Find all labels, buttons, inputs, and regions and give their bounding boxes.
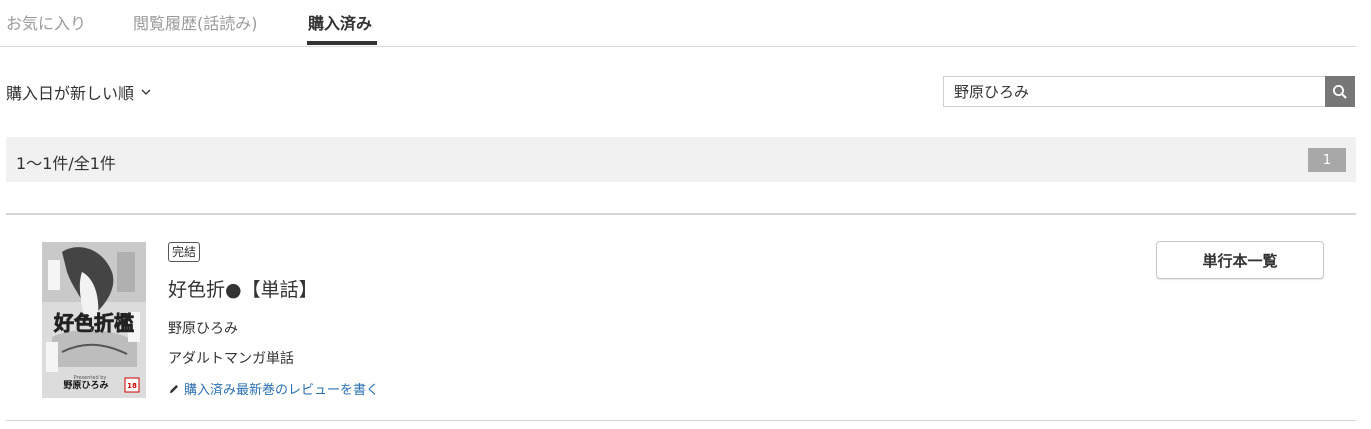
result-summary-bar: 1〜1件/全1件 1 [6,137,1356,182]
status-badge: 完結 [168,242,201,262]
item-genre[interactable]: アダルトマンガ単話 [168,348,294,368]
tab-favorites[interactable]: お気に入り [6,10,86,34]
tab-bar: お気に入り 閲覧履歴(話読み) 購入済み [0,0,1356,47]
tab-purchased[interactable]: 購入済み [308,10,372,34]
write-review-link[interactable]: 購入済み最新巻のレビューを書く [168,379,379,398]
search-icon [1333,84,1347,99]
book-cover[interactable]: 好色折檻 Presented by 野原ひろみ 18 [36,240,148,400]
cover-title-text: 好色折檻 [53,311,134,335]
cover-art: 好色折檻 Presented by 野原ひろみ 18 [42,242,146,398]
volume-list-button[interactable]: 単行本一覧 [1156,241,1324,279]
search-input[interactable] [943,76,1325,107]
active-tab-indicator [307,41,377,45]
sort-label: 購入日が新しい順 [6,84,135,103]
pencil-icon [170,384,178,393]
item-author[interactable]: 野原ひろみ [168,318,238,338]
write-review-label: 購入済み最新巻のレビューを書く [184,383,380,398]
search-button[interactable] [1325,76,1355,107]
sort-dropdown[interactable]: 購入日が新しい順 [6,80,152,104]
chevron-down-icon [141,89,151,95]
tab-browsing-history[interactable]: 閲覧履歴(話読み) [133,10,258,34]
item-title[interactable]: 好色折●【単話】 [168,275,318,302]
list-top-divider [6,213,1356,215]
list-bottom-divider [6,420,1356,421]
search-box [943,76,1355,107]
pagination-page-button[interactable]: 1 [1308,148,1346,172]
cover-author-text: 野原ひろみ [63,380,108,391]
cover-rating-text: 18 [127,382,137,390]
result-count: 1〜1件/全1件 [16,154,116,173]
